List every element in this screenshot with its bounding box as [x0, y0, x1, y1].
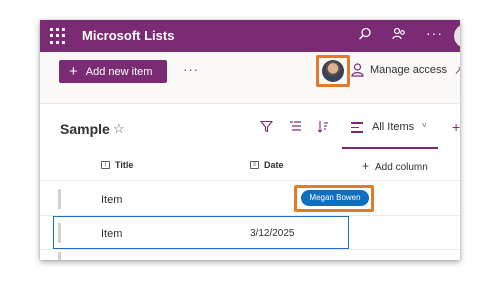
plus-icon: +: [69, 62, 78, 80]
add-new-item-label: Add new item: [85, 65, 153, 78]
view-selector[interactable]: All Items ˅: [342, 116, 438, 149]
list-view-icon: [351, 122, 363, 133]
share-people-icon[interactable]: [392, 27, 406, 44]
suite-bar: Microsoft Lists ···: [40, 20, 460, 52]
app-window: Microsoft Lists ··· + Add new item ··· M…: [40, 20, 460, 260]
row-title[interactable]: Item: [101, 228, 122, 240]
filter-icon[interactable]: [260, 120, 273, 133]
date-column-icon: ≡: [250, 161, 259, 169]
column-date[interactable]: Date: [264, 160, 284, 170]
view-label: All Items: [372, 121, 415, 133]
row-grip: [58, 189, 61, 209]
column-header-row: T Title ≡ Date + Add column: [40, 149, 460, 181]
profile-avatar[interactable]: [454, 24, 460, 48]
row-grip: [58, 223, 61, 243]
row-date[interactable]: 3/12/2025: [250, 228, 295, 239]
add-column-button[interactable]: + Add column: [362, 159, 428, 173]
more-icon[interactable]: ···: [426, 25, 443, 41]
table-row[interactable]: Item: [40, 182, 460, 216]
sort-icon[interactable]: [317, 120, 329, 133]
group-by-icon[interactable]: [289, 120, 302, 133]
manage-access-button[interactable]: Manage access: [370, 64, 447, 76]
user-avatar[interactable]: [322, 60, 344, 82]
row-title[interactable]: Item: [101, 194, 122, 206]
chevron-down-icon: ˅: [422, 121, 427, 130]
add-view-button[interactable]: +: [452, 119, 460, 135]
app-title[interactable]: Microsoft Lists: [82, 28, 174, 43]
search-icon[interactable]: [358, 27, 372, 44]
favorite-star-icon[interactable]: ☆: [113, 121, 125, 137]
command-bar: + Add new item ··· Manage access ↗: [40, 52, 460, 104]
selected-row-outline: [53, 216, 349, 249]
list-header: Sample ☆ All Items ˅ +: [40, 105, 460, 149]
waffle-icon[interactable]: [50, 28, 66, 44]
row-grip: [58, 252, 61, 260]
table-row[interactable]: Item 3/12/2025: [40, 216, 460, 250]
more-actions-button[interactable]: ···: [183, 62, 199, 77]
person-icon: [351, 63, 364, 77]
column-title[interactable]: Title: [115, 160, 133, 170]
share-icon[interactable]: ↗: [454, 64, 460, 77]
text-column-icon: T: [101, 161, 110, 169]
person-tag[interactable]: Megan Bowen: [301, 190, 369, 206]
plus-icon: +: [362, 159, 370, 173]
add-new-item-button[interactable]: + Add new item: [59, 60, 167, 83]
add-column-label: Add column: [375, 162, 428, 173]
list-title: Sample: [60, 121, 110, 137]
